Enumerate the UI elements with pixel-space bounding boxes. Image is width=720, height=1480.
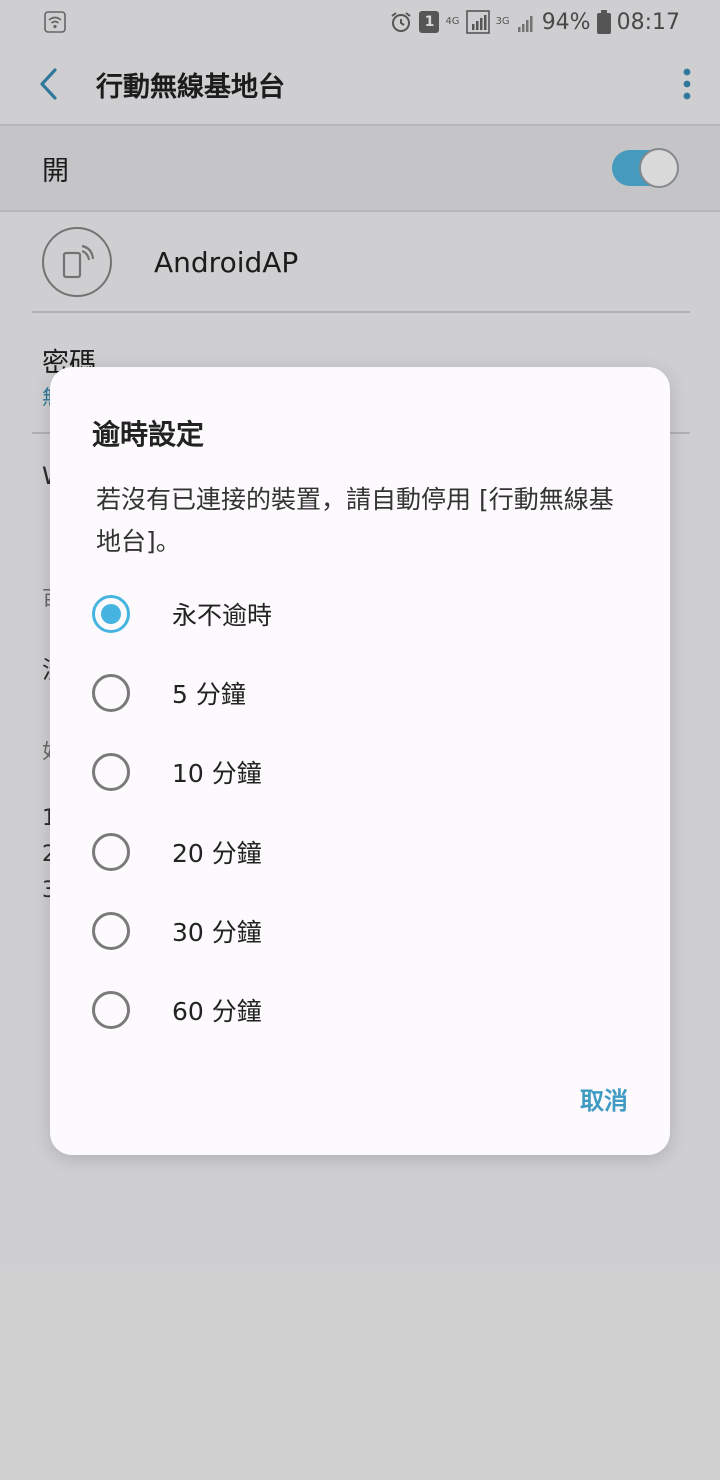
radio-button[interactable] (92, 991, 130, 1029)
cancel-button[interactable]: 取消 (580, 1075, 628, 1122)
dialog-message: 若沒有已連接的裝置，請自動停用 [行動無線基地台]。 (96, 485, 614, 556)
radio-button[interactable] (92, 912, 130, 950)
radio-button-selected[interactable] (92, 595, 130, 633)
option-label: 永不逾時 (172, 601, 273, 630)
option-label: 60 分鐘 (172, 997, 262, 1026)
dialog-title: 逾時設定 (92, 418, 205, 451)
option-never[interactable]: 永不逾時 (92, 583, 632, 645)
option-30-min[interactable]: 30 分鐘 (92, 900, 632, 962)
option-60-min[interactable]: 60 分鐘 (92, 979, 632, 1041)
option-label: 10 分鐘 (172, 759, 262, 788)
option-label: 5 分鐘 (172, 680, 246, 709)
option-20-min[interactable]: 20 分鐘 (92, 821, 632, 883)
radio-button[interactable] (92, 833, 130, 871)
option-5-min[interactable]: 5 分鐘 (92, 662, 632, 724)
timeout-dialog: 逾時設定 若沒有已連接的裝置，請自動停用 [行動無線基地台]。 永不逾時 5 分… (50, 367, 670, 1155)
option-label: 30 分鐘 (172, 918, 262, 947)
option-10-min[interactable]: 10 分鐘 (92, 741, 632, 803)
option-label: 20 分鐘 (172, 839, 262, 868)
radio-button[interactable] (92, 674, 130, 712)
radio-button[interactable] (92, 753, 130, 791)
